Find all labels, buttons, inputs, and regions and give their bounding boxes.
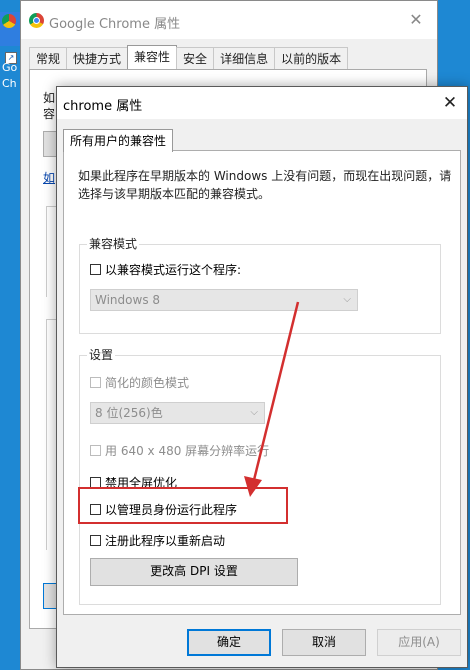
register-restart-checkbox-row[interactable]: 注册此程序以重新启动: [90, 532, 225, 549]
group-title: 兼容模式: [87, 235, 140, 252]
settings-group: 设置 简化的颜色模式 8 位(256)色 ⌵ 用 640 x 480 屏幕分辨率…: [79, 346, 441, 605]
compat-mode-group: 兼容模式 以兼容模式运行这个程序: Windows 8 ⌵: [79, 235, 441, 334]
tab-security[interactable]: 安全: [176, 47, 215, 70]
color-depth-value: 8 位(256)色: [95, 406, 163, 420]
cancel-button[interactable]: 取消: [282, 629, 366, 656]
compat-panel: 如果此程序在早期版本的 Windows 上没有问题，而现在出现问题，请选择与该早…: [63, 150, 461, 615]
desktop-chrome-shortcut[interactable]: ↗: [0, 12, 22, 64]
desktop-icon-label: Go Ch: [2, 61, 18, 90]
close-icon[interactable]: ✕: [437, 90, 463, 116]
resolution-checkbox-row: 用 640 x 480 屏幕分辨率运行: [90, 442, 269, 459]
highlight-box: [78, 487, 288, 524]
ok-button[interactable]: 确定: [187, 629, 271, 656]
chrome-icon: [29, 13, 44, 28]
change-dpi-button[interactable]: 更改高 DPI 设置: [90, 558, 298, 586]
register-restart-label: 注册此程序以重新启动: [105, 534, 226, 548]
back-help-link[interactable]: 如: [43, 169, 55, 186]
group-title: 设置: [87, 346, 116, 363]
tab-compatibility[interactable]: 兼容性: [127, 45, 178, 72]
chevron-down-icon: ⌵: [343, 294, 351, 305]
tab-previous-versions[interactable]: 以前的版本: [274, 47, 349, 70]
reduced-color-label: 简化的颜色模式: [105, 376, 190, 390]
tab-details[interactable]: 详细信息: [213, 47, 276, 70]
register-restart-checkbox[interactable]: [90, 535, 101, 546]
back-text-snippet: 容: [43, 107, 56, 121]
close-icon[interactable]: ✕: [403, 7, 429, 33]
back-button-stub[interactable]: [43, 131, 57, 157]
os-version-select: Windows 8 ⌵: [90, 289, 358, 311]
tab-general[interactable]: 常规: [29, 47, 68, 70]
back-window-title: Google Chrome 属性: [49, 17, 181, 32]
compat-mode-checkbox-row[interactable]: 以兼容模式运行这个程序:: [90, 261, 241, 278]
back-button-stub[interactable]: [43, 583, 57, 609]
color-depth-select: 8 位(256)色 ⌵: [90, 402, 265, 424]
dialog-title: chrome 属性: [63, 99, 143, 114]
resolution-checkbox: [90, 445, 101, 456]
apply-button[interactable]: 应用(A): [377, 629, 461, 656]
chrome-icon: [2, 14, 16, 28]
dialog-titlebar: chrome 属性 ✕: [57, 87, 467, 119]
chevron-down-icon: ⌵: [250, 407, 258, 418]
compat-mode-label: 以兼容模式运行这个程序:: [105, 263, 242, 277]
reduced-color-checkbox: [90, 377, 101, 388]
compat-mode-checkbox[interactable]: [90, 264, 101, 275]
resolution-label: 用 640 x 480 屏幕分辨率运行: [105, 444, 270, 458]
tab-shortcut[interactable]: 快捷方式: [66, 47, 129, 70]
chrome-compat-dialog: chrome 属性 ✕ 所有用户的兼容性 如果此程序在早期版本的 Windows…: [56, 86, 468, 668]
back-window-titlebar: Google Chrome 属性 ✕: [21, 1, 437, 39]
description-text: 如果此程序在早期版本的 Windows 上没有问题，而现在出现问题，请选择与该早…: [78, 169, 452, 201]
back-text-snippet: 如: [43, 91, 56, 105]
back-window-tabs: 常规 快捷方式 兼容性 安全 详细信息 以前的版本: [29, 45, 349, 72]
os-version-value: Windows 8: [95, 293, 161, 307]
tab-all-users-compat[interactable]: 所有用户的兼容性: [63, 129, 174, 152]
reduced-color-checkbox-row: 简化的颜色模式: [90, 374, 189, 391]
